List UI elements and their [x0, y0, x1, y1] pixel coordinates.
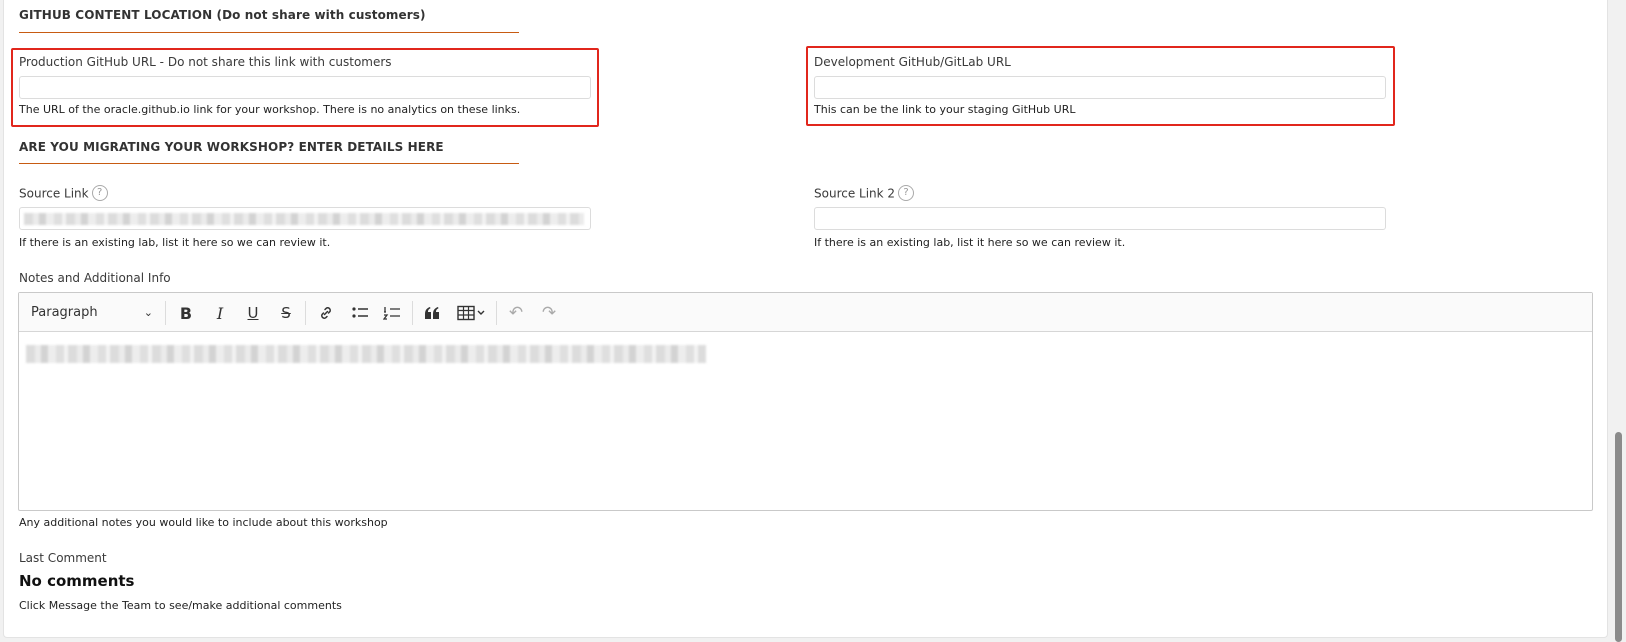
- notes-editor-content[interactable]: [19, 332, 1592, 510]
- production-url-input[interactable]: [19, 76, 591, 99]
- page-scrollbar[interactable]: [1612, 0, 1626, 642]
- redo-button[interactable]: ↷: [537, 301, 561, 325]
- numbered-list-button[interactable]: [380, 301, 404, 325]
- source-link-hint: If there is an existing lab, list it her…: [19, 236, 331, 249]
- undo-button[interactable]: ↶: [504, 301, 528, 325]
- italic-button[interactable]: I: [208, 301, 232, 325]
- underline-button[interactable]: U: [241, 301, 265, 325]
- source-link-input[interactable]: [19, 207, 591, 230]
- link-button[interactable]: [314, 301, 338, 325]
- scrollbar-thumb[interactable]: [1615, 432, 1622, 642]
- notes-hint: Any additional notes you would like to i…: [19, 516, 388, 529]
- migration-section-title: ARE YOU MIGRATING YOUR WORKSHOP? ENTER D…: [19, 140, 444, 154]
- link-icon: [321, 307, 331, 319]
- paragraph-style-dropdown[interactable]: Paragraph ⌄: [31, 302, 153, 324]
- quote-icon: [425, 307, 439, 319]
- last-comment-value: No comments: [19, 572, 135, 590]
- development-url-label: Development GitHub/GitLab URL: [814, 55, 1011, 69]
- insert-table-button[interactable]: [455, 301, 489, 325]
- editor-toolbar: Paragraph ⌄ B I U S ↶ ↷: [19, 293, 1592, 332]
- notes-label: Notes and Additional Info: [19, 271, 171, 285]
- chevron-down-icon: ⌄: [143, 306, 153, 319]
- help-icon[interactable]: ?: [91, 185, 108, 201]
- production-url-label: Production GitHub URL - Do not share thi…: [19, 55, 392, 69]
- source-link-label-text: Source Link: [19, 186, 89, 201]
- development-url-hint: This can be the link to your staging Git…: [814, 103, 1076, 116]
- block-quote-button[interactable]: [420, 301, 444, 325]
- production-url-hint: The URL of the oracle.github.io link for…: [19, 103, 521, 116]
- source-link2-label: Source Link 2?: [814, 185, 915, 202]
- source-link2-label-text: Source Link 2: [814, 186, 896, 201]
- bulleted-list-icon: [352, 307, 368, 318]
- redacted-notes-text: [26, 345, 706, 363]
- source-link2-input[interactable]: [814, 207, 1386, 230]
- comments-hint: Click Message the Team to see/make addit…: [19, 599, 342, 612]
- toolbar-separator: [165, 301, 166, 325]
- redacted-source-link: [24, 213, 584, 225]
- github-section-title: GITHUB CONTENT LOCATION (Do not share wi…: [19, 8, 426, 22]
- source-link2-hint: If there is an existing lab, list it her…: [814, 236, 1126, 249]
- numbered-list-icon: [383, 307, 400, 320]
- help-icon[interactable]: ?: [898, 185, 915, 201]
- toolbar-separator: [305, 301, 306, 325]
- migration-section-divider: [19, 163, 519, 164]
- last-comment-label: Last Comment: [19, 551, 107, 565]
- bold-button[interactable]: B: [174, 301, 198, 325]
- development-url-input[interactable]: [814, 76, 1386, 99]
- source-link-label: Source Link?: [19, 185, 108, 202]
- notes-rich-text-editor[interactable]: Paragraph ⌄ B I U S ↶ ↷: [18, 292, 1593, 511]
- table-icon: [457, 305, 485, 321]
- toolbar-separator: [412, 301, 413, 325]
- github-section-divider: [19, 32, 519, 33]
- toolbar-separator: [496, 301, 497, 325]
- strikethrough-button[interactable]: S: [274, 301, 298, 325]
- bulleted-list-button[interactable]: [348, 301, 372, 325]
- paragraph-style-label: Paragraph: [31, 305, 98, 320]
